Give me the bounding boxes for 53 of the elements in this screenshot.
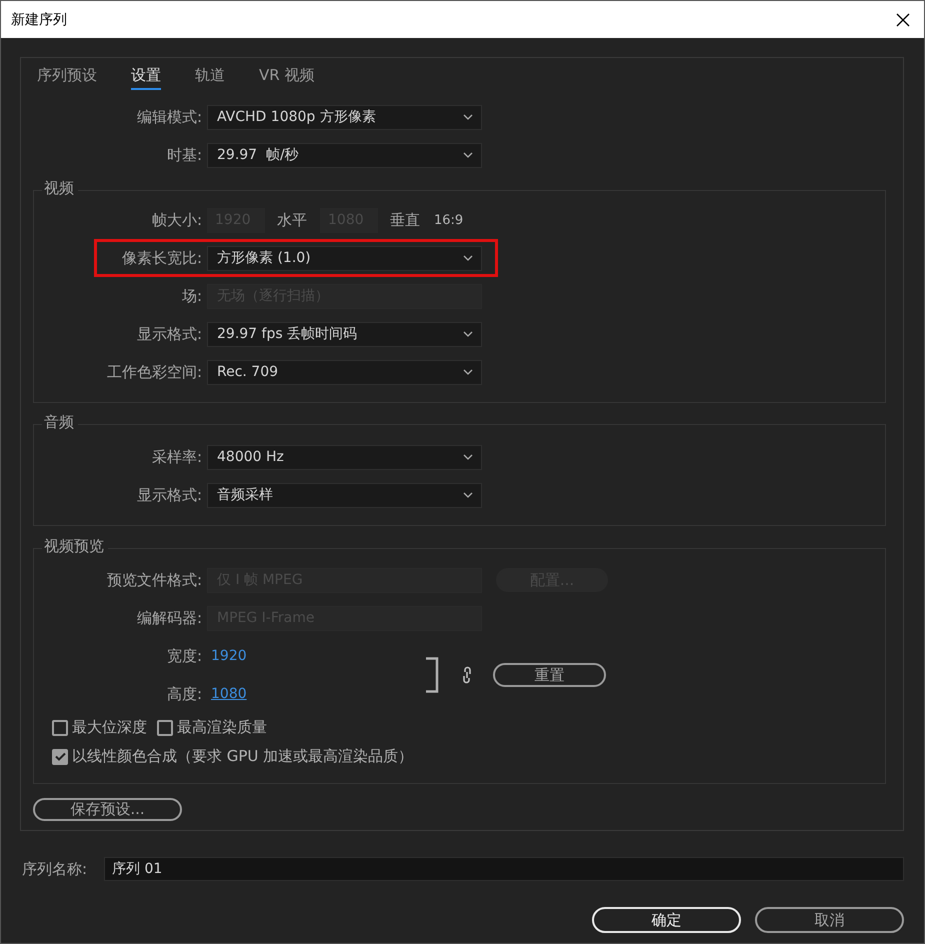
chevron-down-icon xyxy=(463,492,473,498)
dialog-button[interactable]: 确定 xyxy=(592,907,741,933)
dropdown[interactable]: Rec. 709 xyxy=(207,360,482,384)
field-label: 场: xyxy=(180,286,203,306)
chevron-down-icon xyxy=(463,255,473,261)
sequence-name-field[interactable]: 序列 01 xyxy=(104,857,904,881)
dialog-button[interactable]: 取消 xyxy=(755,907,904,933)
field-label: 序列名称: xyxy=(22,860,88,878)
reset-button[interactable]: 重置 xyxy=(493,663,606,687)
chevron-down-icon xyxy=(463,331,473,337)
bracket-icon xyxy=(425,657,439,693)
dropdown[interactable]: 方形像素 (1.0) xyxy=(207,246,482,270)
save-preset-button[interactable]: 保存预设... xyxy=(33,798,182,821)
field-label: 工作色彩空间: xyxy=(106,362,203,382)
field-label: 采样率: xyxy=(150,448,203,466)
field-label: 编解码器: xyxy=(136,608,203,628)
group-title: 视频预览 xyxy=(42,537,108,556)
dimension-value[interactable]: 1920 xyxy=(211,648,247,664)
checkmark-icon xyxy=(54,752,66,761)
field-label: 宽度: xyxy=(166,646,203,666)
field-label: 预览文件格式: xyxy=(106,570,203,590)
link-icon[interactable] xyxy=(461,666,473,684)
tab[interactable]: 设置 xyxy=(131,62,161,90)
aspect-ratio: 16:9 xyxy=(434,212,464,228)
field-label: 帧大小: xyxy=(150,210,203,230)
dropdown[interactable]: 音频采样 xyxy=(207,482,482,508)
checkbox[interactable]: 最大位深度 xyxy=(52,718,147,737)
dropdown[interactable]: AVCHD 1080p 方形像素 xyxy=(207,104,482,130)
dimension-value[interactable]: 1080 xyxy=(211,686,247,702)
field-label: 编辑模式: xyxy=(136,108,203,126)
field-label: 显示格式: xyxy=(136,486,203,504)
checkbox[interactable]: 以线性颜色合成（要求 GPU 加速或最高渲染品质） xyxy=(52,747,414,766)
field-label: 高度: xyxy=(166,684,203,704)
field-label: 时基: xyxy=(166,146,203,164)
window-title: 新建序列 xyxy=(11,10,67,28)
group-title: 音频 xyxy=(42,413,78,432)
tab[interactable]: 序列预设 xyxy=(37,62,97,90)
checkbox[interactable]: 最高渲染质量 xyxy=(157,718,267,737)
chevron-down-icon xyxy=(463,369,473,375)
dropdown[interactable]: 48000 Hz xyxy=(207,444,482,470)
field-label: 显示格式: xyxy=(136,324,203,344)
chevron-down-icon xyxy=(463,152,473,158)
chevron-down-icon xyxy=(463,454,473,460)
close-icon xyxy=(896,12,910,26)
dropdown[interactable]: 29.97 帧/秒 xyxy=(207,142,482,168)
group-title: 视频 xyxy=(42,179,78,198)
tab[interactable]: 轨道 xyxy=(195,62,225,90)
field-label: 像素长宽比: xyxy=(120,248,203,268)
dropdown[interactable]: 29.97 fps 丢帧时间码 xyxy=(207,322,482,346)
tab[interactable]: VR 视频 xyxy=(259,62,314,90)
chevron-down-icon xyxy=(463,114,473,120)
unit-label: 垂直 xyxy=(390,210,420,230)
unit-label: 水平 xyxy=(277,210,307,230)
